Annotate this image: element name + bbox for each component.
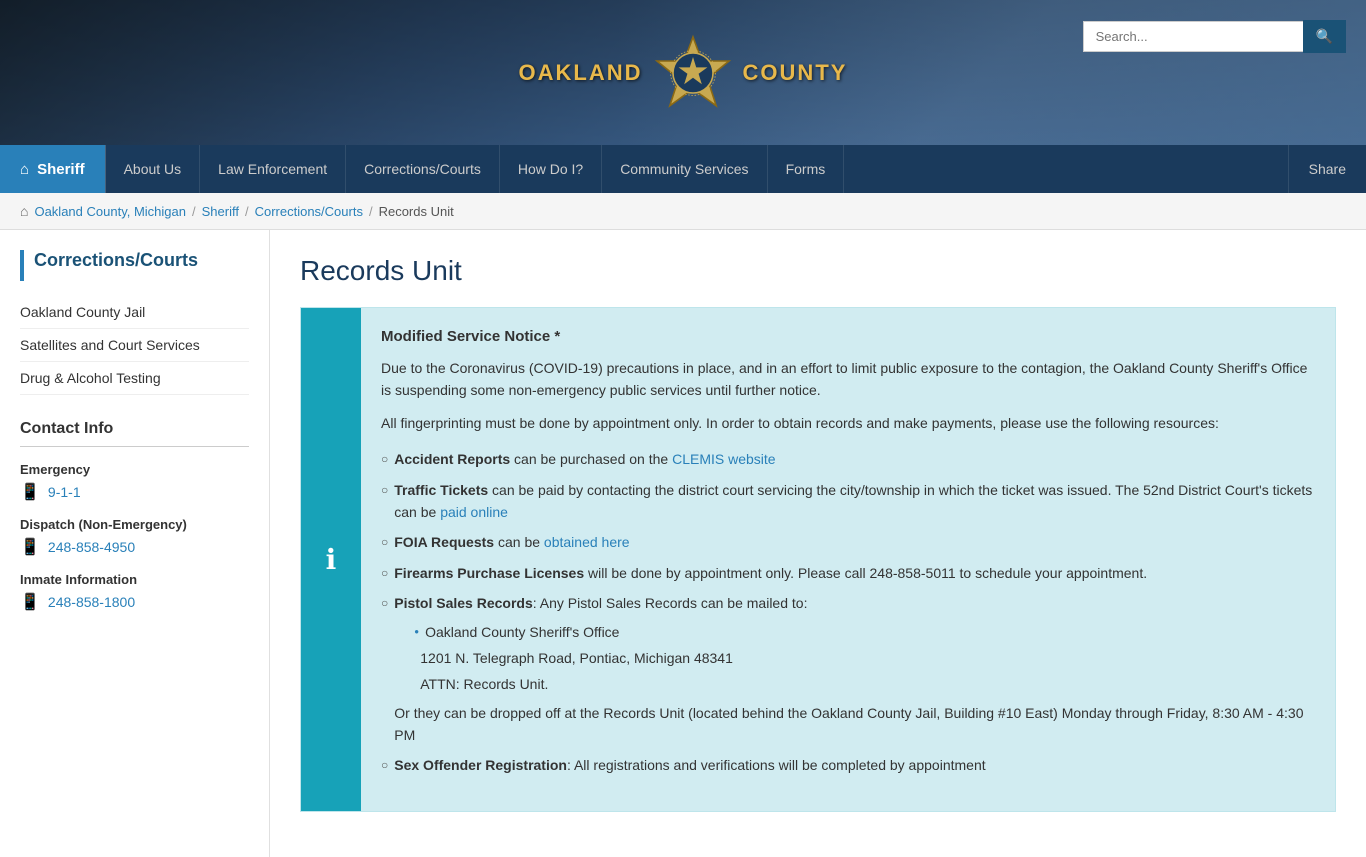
accident-text: Accident Reports can be purchased on the…: [394, 448, 775, 470]
notice-list: ○ Accident Reports can be purchased on t…: [381, 444, 1315, 781]
nav-item-forms[interactable]: Forms: [768, 145, 845, 193]
list-item-foia: ○ FOIA Requests can be obtained here: [381, 527, 1315, 557]
phone-icon-emergency: 📱: [20, 482, 40, 502]
breadcrumb-sep-2: /: [245, 204, 249, 219]
dispatch-label: Dispatch (Non-Emergency): [20, 517, 249, 532]
pistol-bold: Pistol Sales Records: [394, 595, 533, 611]
nav-item-corrections[interactable]: Corrections/Courts: [346, 145, 500, 193]
notice-box: ℹ Modified Service Notice * Due to the C…: [300, 307, 1336, 812]
pistol-attn: ATTN: Records Unit.: [420, 673, 548, 695]
bullet-pistol: ○: [381, 594, 388, 613]
contact-emergency: Emergency 📱 9-1-1: [20, 462, 249, 502]
list-item-accident: ○ Accident Reports can be purchased on t…: [381, 444, 1315, 474]
nav-item-how-do-i[interactable]: How Do I?: [500, 145, 602, 193]
bullet-traffic: ○: [381, 481, 388, 500]
header-logo: OAKLAND COUNTY: [519, 33, 848, 113]
breadcrumb-link-corrections[interactable]: Corrections/Courts: [255, 204, 363, 219]
header-text-left: OAKLAND: [519, 60, 643, 86]
pistol-sub-2: 1201 N. Telegraph Road, Pontiac, Michiga…: [414, 645, 1315, 671]
list-item-traffic: ○ Traffic Tickets can be paid by contact…: [381, 475, 1315, 528]
list-item-sex-offender: ○ Sex Offender Registration: All registr…: [381, 750, 1315, 780]
header-text-right: COUNTY: [743, 60, 848, 86]
foia-text: FOIA Requests can be obtained here: [394, 531, 629, 553]
obtained-here-link[interactable]: obtained here: [544, 534, 630, 550]
notice-title: Modified Service Notice *: [381, 328, 1315, 345]
sidebar-item-drug[interactable]: Drug & Alcohol Testing: [20, 362, 249, 395]
notice-content: Modified Service Notice * Due to the Cor…: [361, 308, 1335, 811]
traffic-text: Traffic Tickets can be paid by contactin…: [394, 479, 1315, 524]
search-button[interactable]: 🔍: [1303, 20, 1346, 53]
firearms-text: Firearms Purchase Licenses will be done …: [394, 562, 1147, 584]
sex-offender-text: Sex Offender Registration: All registrat…: [394, 754, 985, 776]
emergency-phone: 📱 9-1-1: [20, 482, 249, 502]
sidebar-title: Corrections/Courts: [20, 250, 249, 281]
contact-dispatch: Dispatch (Non-Emergency) 📱 248-858-4950: [20, 517, 249, 557]
nav-share[interactable]: Share: [1288, 145, 1366, 193]
sidebar: Corrections/Courts Oakland County Jail S…: [0, 230, 270, 857]
emergency-label: Emergency: [20, 462, 249, 477]
sheriff-badge[interactable]: [653, 33, 733, 113]
sidebar-item-satellites[interactable]: Satellites and Court Services: [20, 329, 249, 362]
breadcrumb-link-county[interactable]: Oakland County, Michigan: [34, 204, 186, 219]
main-content: Corrections/Courts Oakland County Jail S…: [0, 230, 1366, 857]
firearms-bold: Firearms Purchase Licenses: [394, 565, 584, 581]
inmate-phone-link[interactable]: 248-858-1800: [48, 594, 135, 610]
clemis-link[interactable]: CLEMIS website: [672, 451, 775, 467]
inmate-phone: 📱 248-858-1800: [20, 592, 249, 612]
bullet-foia: ○: [381, 533, 388, 552]
phone-icon-inmate: 📱: [20, 592, 40, 612]
dispatch-phone: 📱 248-858-4950: [20, 537, 249, 557]
pistol-sub-list: ● Oakland County Sheriff's Office 1201 N…: [394, 619, 1315, 698]
nav-home[interactable]: ⌂ Sheriff: [0, 145, 105, 193]
nav-item-community[interactable]: Community Services: [602, 145, 767, 193]
header-logo-container: OAKLAND COUNTY: [519, 33, 848, 113]
breadcrumb: ⌂ Oakland County, Michigan / Sheriff / C…: [0, 193, 1366, 230]
notice-intro-1: Due to the Coronavirus (COVID-19) precau…: [381, 357, 1315, 402]
dispatch-phone-link[interactable]: 248-858-4950: [48, 539, 135, 555]
breadcrumb-link-sheriff[interactable]: Sheriff: [202, 204, 239, 219]
list-item-pistol: ○ Pistol Sales Records: Any Pistol Sales…: [381, 588, 1315, 750]
sub-bullet-1: ●: [414, 626, 419, 639]
bullet-accident: ○: [381, 450, 388, 469]
nav-item-law-enforcement[interactable]: Law Enforcement: [200, 145, 346, 193]
nav-home-label: Sheriff: [37, 161, 85, 178]
pistol-sub-3: ATTN: Records Unit.: [414, 671, 1315, 697]
sex-offender-bold: Sex Offender Registration: [394, 757, 567, 773]
pistol-address: 1201 N. Telegraph Road, Pontiac, Michiga…: [420, 647, 733, 669]
bullet-firearms: ○: [381, 564, 388, 583]
breadcrumb-current: Records Unit: [379, 204, 454, 219]
nav-item-about[interactable]: About Us: [106, 145, 201, 193]
sidebar-item-jail[interactable]: Oakland County Jail: [20, 296, 249, 329]
accident-bold: Accident Reports: [394, 451, 510, 467]
notice-sidebar-icon: ℹ: [301, 308, 361, 811]
list-item-firearms: ○ Firearms Purchase Licenses will be don…: [381, 558, 1315, 588]
traffic-bold: Traffic Tickets: [394, 482, 488, 498]
breadcrumb-home-icon: ⌂: [20, 203, 28, 219]
pistol-office: Oakland County Sheriff's Office: [425, 621, 619, 643]
contact-info: Contact Info Emergency 📱 9-1-1 Dispatch …: [20, 420, 249, 612]
emergency-phone-link[interactable]: 9-1-1: [48, 484, 81, 500]
page-title: Records Unit: [300, 255, 1336, 287]
contact-info-title: Contact Info: [20, 420, 249, 447]
breadcrumb-sep-3: /: [369, 204, 373, 219]
pistol-text: Pistol Sales Records: Any Pistol Sales R…: [394, 592, 1315, 746]
bullet-sex-offender: ○: [381, 756, 388, 775]
pistol-sub-1: ● Oakland County Sheriff's Office: [414, 619, 1315, 645]
inmate-label: Inmate Information: [20, 572, 249, 587]
foia-bold: FOIA Requests: [394, 534, 494, 550]
search-input[interactable]: [1083, 21, 1303, 52]
page-content: Records Unit ℹ Modified Service Notice *…: [270, 230, 1366, 857]
nav-items: About Us Law Enforcement Corrections/Cou…: [106, 145, 1288, 193]
home-icon: ⌂: [20, 161, 29, 178]
phone-icon-dispatch: 📱: [20, 537, 40, 557]
contact-inmate: Inmate Information 📱 248-858-1800: [20, 572, 249, 612]
info-icon: ℹ: [326, 543, 337, 576]
paid-online-link[interactable]: paid online: [440, 504, 508, 520]
nav-bar: ⌂ Sheriff About Us Law Enforcement Corre…: [0, 145, 1366, 193]
breadcrumb-sep-1: /: [192, 204, 196, 219]
header-banner: OAKLAND COUNTY 🔍: [0, 0, 1366, 145]
notice-intro-2: All fingerprinting must be done by appoi…: [381, 412, 1315, 434]
search-area: 🔍: [1083, 20, 1346, 53]
